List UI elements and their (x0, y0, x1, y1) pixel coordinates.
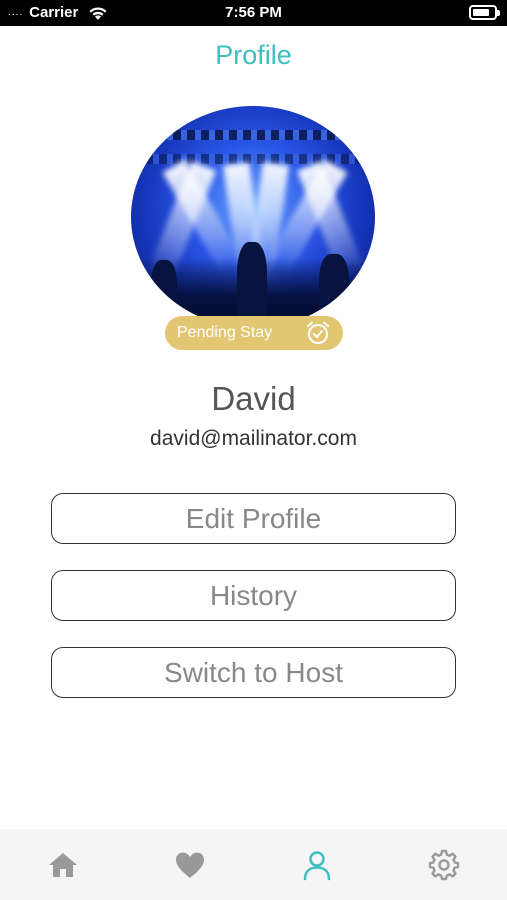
user-name: David (211, 380, 296, 417)
status-bar: .... Carrier 7:56 PM (0, 0, 507, 26)
battery-fill (473, 9, 489, 16)
avatar[interactable] (131, 106, 375, 328)
status-badge-label: Pending Stay (177, 324, 273, 341)
avatar-performer (319, 254, 349, 318)
avatar-stage-truss (131, 154, 375, 164)
avatar-performer (237, 242, 267, 318)
avatar-stage-truss (131, 130, 375, 140)
tab-profile[interactable] (254, 829, 381, 900)
avatar-performer (151, 260, 177, 318)
history-button[interactable]: History (51, 570, 456, 621)
alarm-clock-icon (307, 321, 329, 344)
page-title: Profile (215, 40, 292, 70)
switch-to-host-button[interactable]: Switch to Host (51, 647, 456, 698)
heart-icon (176, 852, 205, 878)
status-badge: Pending Stay (165, 316, 343, 350)
battery-icon (469, 5, 500, 20)
tab-settings[interactable] (380, 829, 507, 900)
user-email: david@mailinator.com (150, 427, 357, 450)
tab-bar (0, 829, 507, 900)
user-icon (303, 850, 331, 880)
home-icon (49, 852, 78, 877)
tab-home[interactable] (0, 829, 127, 900)
tab-favorites[interactable] (127, 829, 254, 900)
gear-icon (428, 849, 459, 880)
edit-profile-button[interactable]: Edit Profile (51, 493, 456, 544)
status-time: 7:56 PM (225, 4, 282, 21)
